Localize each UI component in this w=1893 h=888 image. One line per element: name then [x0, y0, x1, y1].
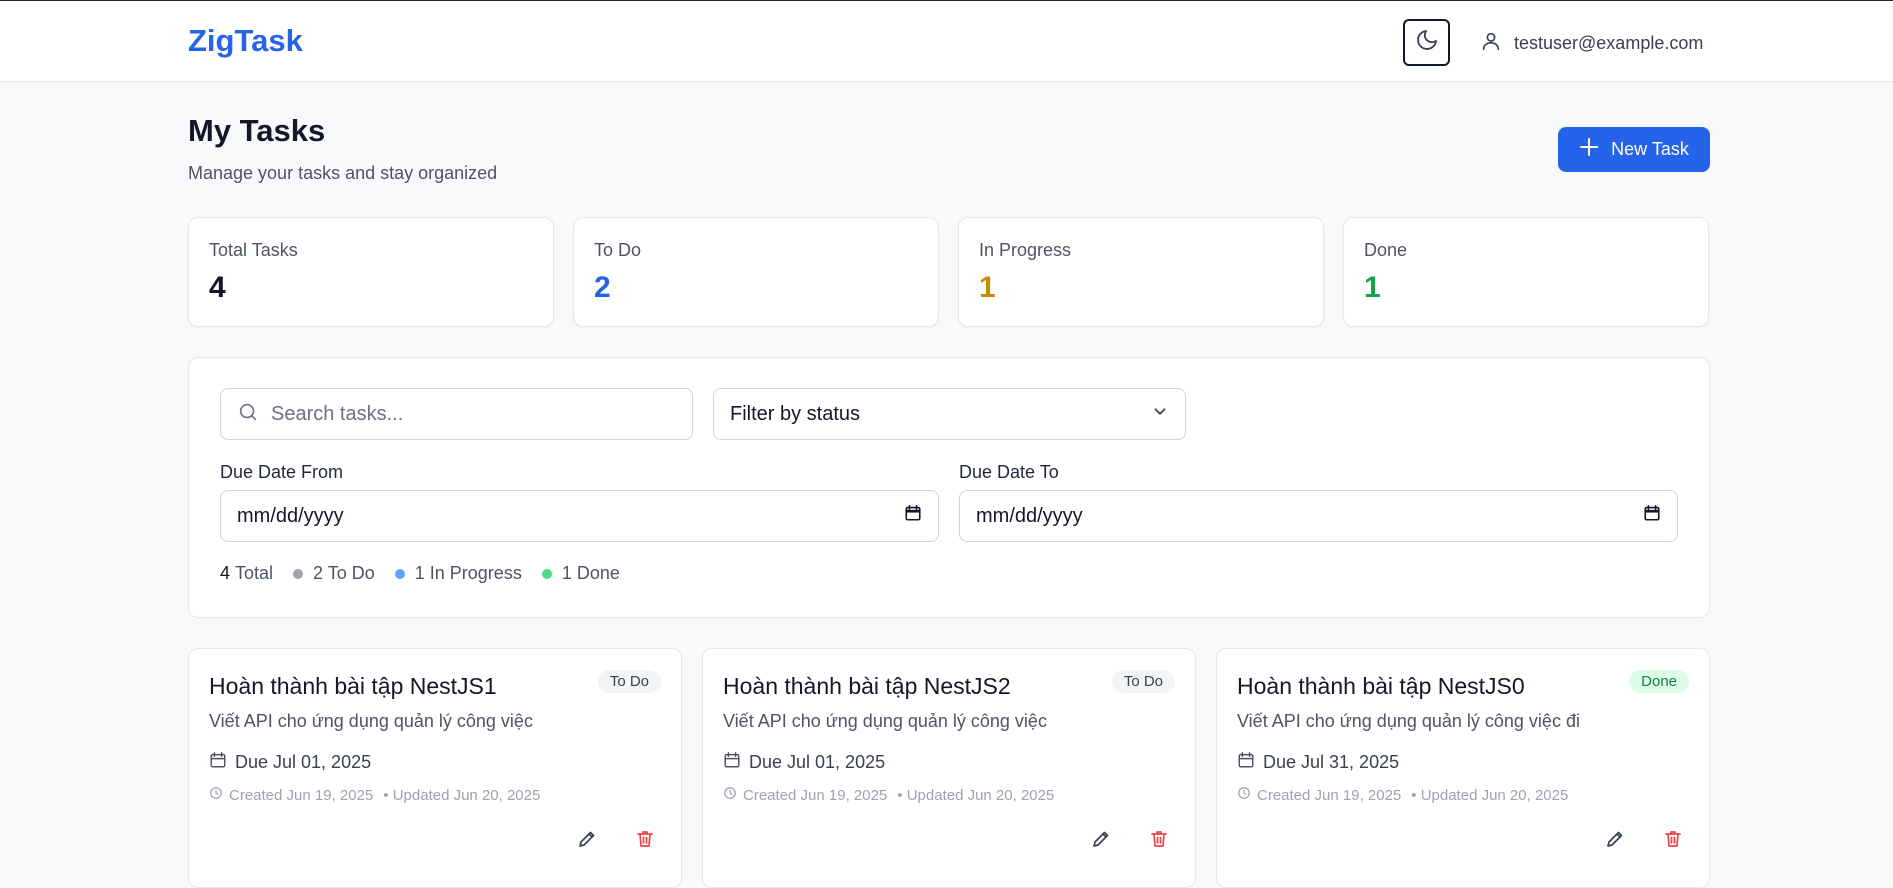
status-badge: To Do	[1111, 670, 1175, 693]
stat-label: To Do	[594, 240, 642, 260]
stat-card-todo: To Do 2	[573, 217, 939, 327]
due-to-label: Due Date To	[959, 462, 1059, 482]
status-filter-value: Filter by status	[730, 402, 861, 425]
stat-card-done: Done 1	[1343, 217, 1709, 327]
calendar-icon[interactable]	[1643, 504, 1661, 528]
created-date: Created Jun 19, 2025	[743, 786, 888, 804]
due-date: Due Jul 01, 2025	[749, 752, 886, 772]
due-from-label: Due Date From	[220, 462, 344, 482]
stat-label: Total Tasks	[209, 240, 298, 260]
edit-icon[interactable]	[1091, 829, 1111, 854]
task-actions	[1091, 829, 1169, 854]
due-from-value: mm/dd/yyyy	[237, 504, 344, 527]
status-summary: 4 Total 2 To Do 1 In Progress 1 Done	[220, 563, 640, 584]
search-input[interactable]	[271, 402, 671, 426]
updated-date: • Updated Jun 20, 2025	[897, 786, 1055, 804]
clock-icon	[723, 786, 737, 804]
summary-todo: 2 To Do	[293, 563, 375, 584]
plus-icon	[1579, 137, 1599, 162]
summary-done: 1 Done	[541, 563, 620, 584]
stats-row: Total Tasks 4 To Do 2 In Progress 1 Done…	[188, 217, 1710, 327]
calendar-icon	[723, 751, 741, 774]
task-title: Hoàn thành bài tập NestJS1	[209, 673, 497, 699]
stat-card-total: Total Tasks 4	[188, 217, 554, 327]
todo-dot-icon	[293, 568, 304, 579]
task-meta: Created Jun 19, 2025 • Updated Jun 20, 2…	[1237, 786, 1568, 804]
task-meta: Created Jun 19, 2025 • Updated Jun 20, 2…	[209, 786, 540, 804]
stat-label: In Progress	[979, 240, 1072, 260]
clock-icon	[1237, 786, 1251, 804]
filters-panel: Filter by status Due Date From mm/dd/yyy…	[188, 357, 1710, 618]
task-description: Viết API cho ứng dụng quản lý công việc …	[1237, 711, 1580, 731]
page-title: My Tasks	[188, 113, 326, 148]
search-icon	[237, 401, 259, 428]
due-from-input[interactable]: mm/dd/yyyy	[220, 490, 939, 542]
stat-value: 1	[979, 271, 996, 304]
calendar-icon	[1237, 751, 1255, 774]
calendar-icon	[209, 751, 227, 774]
task-due: Due Jul 31, 2025	[1237, 751, 1399, 774]
created-date: Created Jun 19, 2025	[229, 786, 374, 804]
user-email: testuser@example.com	[1514, 33, 1704, 53]
updated-date: • Updated Jun 20, 2025	[383, 786, 541, 804]
delete-icon[interactable]	[1663, 829, 1683, 854]
task-card[interactable]: Hoàn thành bài tập NestJS2 To Do Viết AP…	[702, 648, 1196, 888]
summary-total: 4 Total	[220, 563, 274, 583]
task-card[interactable]: Hoàn thành bài tập NestJS0 Done Viết API…	[1216, 648, 1710, 888]
chevron-down-icon	[1151, 402, 1169, 426]
stat-value: 4	[209, 271, 226, 304]
search-box[interactable]	[220, 388, 693, 440]
page-subtitle: Manage your tasks and stay organized	[188, 163, 498, 183]
stat-value: 2	[594, 271, 611, 304]
edit-icon[interactable]	[1605, 829, 1625, 854]
task-description: Viết API cho ứng dụng quản lý công việc	[209, 711, 533, 731]
task-title: Hoàn thành bài tập NestJS2	[723, 673, 1011, 699]
task-description: Viết API cho ứng dụng quản lý công việc	[723, 711, 1047, 731]
edit-icon[interactable]	[577, 829, 597, 854]
clock-icon	[209, 786, 223, 804]
updated-date: • Updated Jun 20, 2025	[1411, 786, 1569, 804]
user-icon	[1480, 29, 1502, 58]
new-task-label: New Task	[1611, 139, 1689, 159]
task-actions	[577, 829, 655, 854]
summary-in-progress: 1 In Progress	[394, 563, 522, 584]
moon-icon	[1415, 28, 1439, 57]
task-actions	[1605, 829, 1683, 854]
task-due: Due Jul 01, 2025	[209, 751, 371, 774]
task-due: Due Jul 01, 2025	[723, 751, 885, 774]
stat-card-in-progress: In Progress 1	[958, 217, 1324, 327]
done-dot-icon	[541, 568, 552, 579]
delete-icon[interactable]	[1149, 829, 1169, 854]
due-to-input[interactable]: mm/dd/yyyy	[959, 490, 1678, 542]
new-task-button[interactable]: New Task	[1558, 127, 1710, 172]
calendar-icon[interactable]	[904, 504, 922, 528]
task-list: Hoàn thành bài tập NestJS1 To Do Viết AP…	[188, 648, 1710, 888]
in-progress-dot-icon	[394, 568, 405, 579]
stat-label: Done	[1364, 240, 1408, 260]
task-meta: Created Jun 19, 2025 • Updated Jun 20, 2…	[723, 786, 1054, 804]
due-date: Due Jul 31, 2025	[1263, 752, 1400, 772]
task-card[interactable]: Hoàn thành bài tập NestJS1 To Do Viết AP…	[188, 648, 682, 888]
task-title: Hoàn thành bài tập NestJS0	[1237, 673, 1525, 699]
status-badge: To Do	[597, 670, 661, 693]
user-menu[interactable]: testuser@example.com	[1480, 29, 1703, 58]
due-to-value: mm/dd/yyyy	[976, 504, 1083, 527]
stat-value: 1	[1364, 271, 1381, 304]
status-badge: Done	[1629, 670, 1689, 693]
theme-toggle-button[interactable]	[1403, 19, 1450, 66]
due-date: Due Jul 01, 2025	[235, 752, 372, 772]
top-navbar: ZigTask testuser@example.com	[0, 1, 1893, 82]
status-filter-select[interactable]: Filter by status	[713, 388, 1186, 440]
brand-logo[interactable]: ZigTask	[188, 23, 303, 59]
created-date: Created Jun 19, 2025	[1257, 786, 1402, 804]
delete-icon[interactable]	[635, 829, 655, 854]
